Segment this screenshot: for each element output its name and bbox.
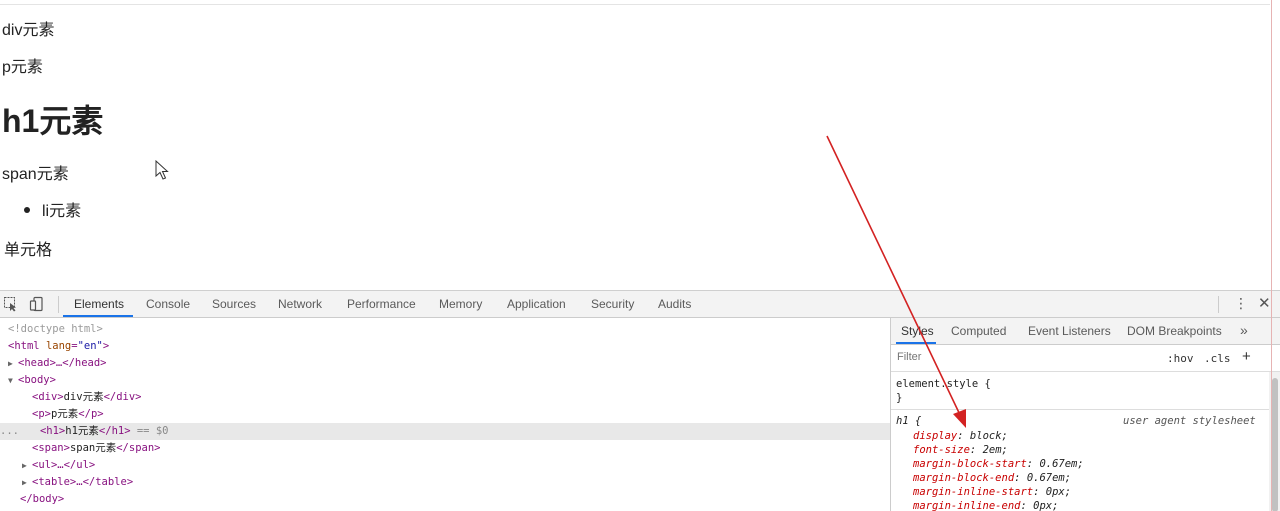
close-devtools-icon[interactable]: ✕ — [1258, 294, 1271, 312]
dom-span-node[interactable]: <span>span元素</span> — [32, 440, 161, 457]
page-h1-element: h1元素 — [2, 103, 104, 139]
expand-triangle-icon[interactable]: ▶ — [22, 474, 32, 491]
dom-div-node[interactable]: <div>div元素</div> — [32, 389, 142, 406]
list-bullet-icon — [24, 206, 30, 213]
dom-ul-node[interactable]: ▶ <ul>…</ul> — [22, 457, 95, 474]
hov-toggle[interactable]: :hov — [1167, 352, 1194, 365]
declaration-font-size[interactable]: font-size: 2em; — [913, 443, 1008, 458]
device-toolbar-icon[interactable] — [29, 296, 45, 312]
page-li-text: li元素 — [42, 203, 82, 220]
styles-tabbar: Styles Computed Event Listeners DOM Brea… — [891, 318, 1280, 345]
active-tab-indicator — [63, 315, 133, 317]
tab-sources[interactable]: Sources — [212, 297, 256, 311]
styles-filter-bar: :hov .cls + — [891, 345, 1280, 372]
expand-triangle-icon[interactable]: ▶ — [22, 457, 32, 474]
mouse-cursor-icon — [155, 160, 169, 180]
styles-scrollbar-thumb[interactable] — [1272, 378, 1278, 511]
h1-rule-selector[interactable]: h1 { — [896, 414, 921, 429]
declaration-margin-block-end[interactable]: margin-block-end: 0.67em; — [913, 471, 1071, 486]
page-viewport: div元素 p元素 h1元素 span元素 li元素 单元格 — [0, 0, 1280, 290]
page-div-element: div元素 — [2, 22, 55, 39]
dom-h1-node-selected[interactable]: ... <h1>h1元素</h1> == $0 — [0, 423, 890, 440]
tab-memory[interactable]: Memory — [439, 297, 482, 311]
page-p-element: p元素 — [2, 59, 43, 76]
dom-tree: <!doctype html> <html lang="en"> ▶ <head>… — [0, 318, 890, 511]
active-styles-tab-indicator — [896, 342, 936, 344]
declaration-margin-inline-start[interactable]: margin-inline-start: 0px; — [913, 485, 1071, 500]
dom-body-node[interactable]: ▼ <body> — [8, 372, 56, 389]
element-style-selector[interactable]: element.style { — [896, 377, 991, 392]
tab-elements[interactable]: Elements — [74, 297, 124, 311]
tab-security[interactable]: Security — [591, 297, 634, 311]
declaration-display[interactable]: display: block; — [913, 429, 1008, 444]
declaration-margin-block-start[interactable]: margin-block-start: 0.67em; — [913, 457, 1084, 472]
declaration-margin-inline-end[interactable]: margin-inline-end: 0px; — [913, 499, 1058, 511]
new-style-rule-icon[interactable]: + — [1242, 348, 1251, 365]
dom-body-close[interactable]: </body> — [20, 491, 64, 508]
styles-filter-input[interactable] — [897, 351, 1097, 363]
inspect-element-icon[interactable] — [3, 296, 19, 312]
tab-network[interactable]: Network — [278, 297, 322, 311]
styles-pane: Styles Computed Event Listeners DOM Brea… — [890, 318, 1280, 511]
tab-styles[interactable]: Styles — [901, 324, 934, 338]
tab-dom-breakpoints[interactable]: DOM Breakpoints — [1127, 324, 1222, 338]
rule-separator — [891, 409, 1280, 410]
expand-triangle-icon[interactable]: ▶ — [8, 355, 18, 372]
element-style-close: } — [896, 392, 903, 404]
user-agent-stylesheet-label[interactable]: user agent stylesheet — [1123, 415, 1256, 427]
viewport-right-border — [1271, 0, 1272, 511]
tab-audits[interactable]: Audits — [658, 297, 691, 311]
tab-event-listeners[interactable]: Event Listeners — [1028, 324, 1111, 338]
dom-html-node[interactable]: <html lang="en"> — [8, 338, 109, 355]
devtools-toolbar: Elements Console Sources Network Perform… — [0, 291, 1280, 318]
tab-application[interactable]: Application — [507, 297, 566, 311]
toolbar-separator-right — [1218, 296, 1219, 313]
tab-performance[interactable]: Performance — [347, 297, 416, 311]
dom-head-node[interactable]: ▶ <head>…</head> — [8, 355, 107, 372]
toolbar-separator — [58, 296, 59, 313]
tab-console[interactable]: Console — [146, 297, 190, 311]
dom-p-node[interactable]: <p>p元素</p> — [32, 406, 104, 423]
cls-toggle[interactable]: .cls — [1204, 352, 1231, 365]
page-span-element: span元素 — [2, 166, 69, 183]
tab-computed[interactable]: Computed — [951, 324, 1006, 338]
collapse-triangle-icon[interactable]: ▼ — [8, 372, 18, 389]
page-li-element: li元素 — [24, 197, 81, 221]
page-table-cell: 单元格 — [4, 242, 53, 259]
more-options-icon[interactable]: ⋮ — [1234, 295, 1248, 312]
viewport-top-border — [0, 4, 1270, 5]
more-tabs-icon[interactable]: » — [1240, 322, 1248, 338]
devtools-panel: Elements Console Sources Network Perform… — [0, 290, 1280, 511]
dom-doctype[interactable]: <!doctype html> — [8, 321, 103, 338]
dom-table-node[interactable]: ▶ <table>…</table> — [22, 474, 133, 491]
